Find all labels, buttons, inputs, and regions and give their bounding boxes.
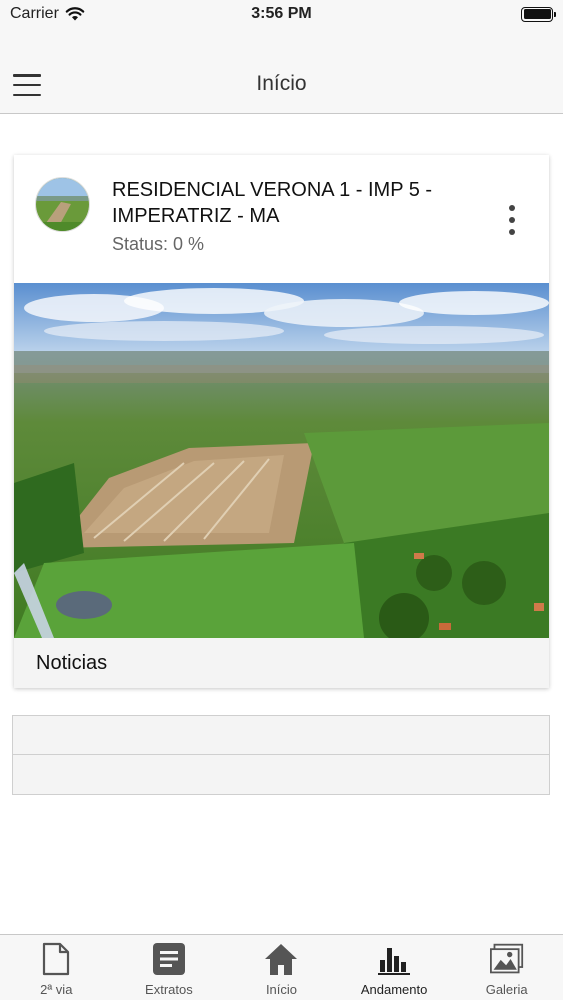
tab-inicio[interactable]: Início bbox=[225, 935, 338, 1000]
tab-label: Galeria bbox=[485, 982, 528, 997]
more-options-button[interactable] bbox=[504, 205, 520, 235]
project-photo[interactable] bbox=[14, 283, 549, 638]
gallery-icon bbox=[489, 942, 524, 976]
project-card[interactable]: RESIDENCIAL VERONA 1 - IMP 5 - IMPERATRI… bbox=[14, 155, 549, 688]
kebab-dot-icon bbox=[509, 229, 515, 235]
news-list bbox=[12, 715, 550, 795]
carrier-label: Carrier bbox=[10, 5, 59, 22]
tab-label: Início bbox=[265, 982, 298, 997]
list-item[interactable] bbox=[13, 755, 549, 794]
list-item[interactable] bbox=[13, 716, 549, 755]
wifi-icon bbox=[65, 7, 85, 21]
news-section-header[interactable]: Noticias bbox=[14, 638, 549, 688]
carrier-group: Carrier bbox=[10, 5, 85, 23]
tab-label: Extratos bbox=[145, 982, 193, 997]
tab-extratos[interactable]: Extratos bbox=[113, 935, 226, 1000]
tab-galeria[interactable]: Galeria bbox=[450, 935, 563, 1000]
project-status: Status: 0 % bbox=[112, 234, 205, 254]
kebab-dot-icon bbox=[509, 217, 515, 223]
tab-label: Andamento bbox=[360, 982, 428, 997]
project-title: RESIDENCIAL VERONA 1 - IMP 5 - IMPERATRI… bbox=[112, 179, 433, 227]
tab-2a-via[interactable]: 2ª via bbox=[0, 935, 113, 1000]
list-doc-icon bbox=[152, 942, 186, 976]
news-label: Noticias bbox=[36, 651, 108, 674]
navigation-bar: Início bbox=[0, 28, 563, 114]
bar-chart-icon bbox=[377, 942, 411, 976]
project-avatar bbox=[35, 177, 90, 232]
page-title: Início bbox=[256, 72, 307, 95]
tab-andamento[interactable]: Andamento bbox=[338, 935, 451, 1000]
project-card-header: RESIDENCIAL VERONA 1 - IMP 5 - IMPERATRI… bbox=[14, 155, 549, 283]
kebab-dot-icon bbox=[509, 205, 515, 211]
status-bar: Carrier 3:56 PM bbox=[0, 0, 563, 28]
tab-bar: 2ª via Extratos Início Andamento Galeria bbox=[0, 934, 563, 1000]
tab-label: 2ª via bbox=[40, 982, 73, 997]
battery-icon bbox=[521, 6, 556, 22]
home-icon bbox=[264, 942, 298, 976]
document-icon bbox=[39, 942, 73, 976]
